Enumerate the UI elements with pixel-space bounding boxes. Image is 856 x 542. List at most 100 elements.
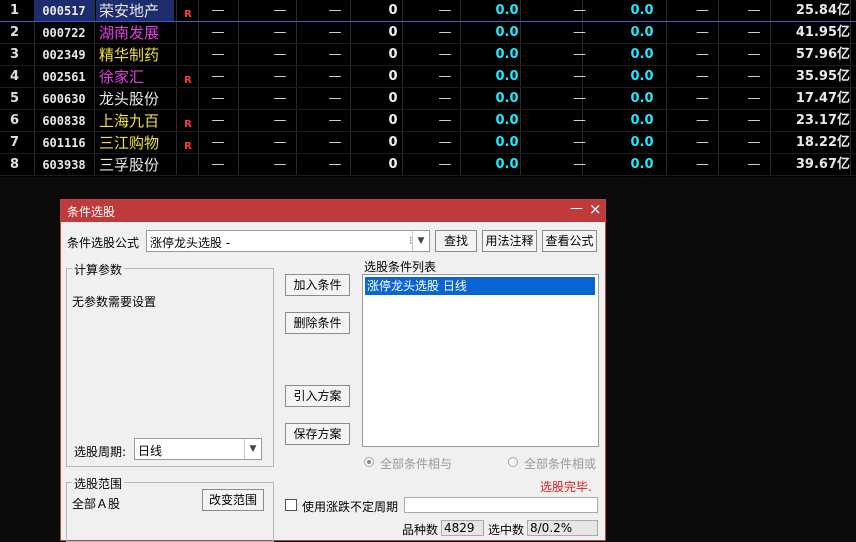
table-row[interactable]: 7 601116 三江购物 R — — —0—0.0—0.0— —18.22亿 xyxy=(0,132,856,154)
stock-cell-c3: — xyxy=(328,3,342,18)
stock-cell-c8: 0.0 xyxy=(630,91,654,106)
table-row[interactable]: 4 002561 徐家汇 R — — —0—0.0—0.0— —35.95亿 xyxy=(0,66,856,88)
column-divider xyxy=(238,88,239,110)
financing-flag-badge xyxy=(178,158,198,180)
minimize-icon[interactable]: — xyxy=(570,201,583,216)
radio-or[interactable] xyxy=(508,457,518,467)
column-divider xyxy=(238,44,239,66)
column-divider xyxy=(94,154,95,176)
column-divider xyxy=(176,154,177,176)
chevron-down-icon[interactable]: ▼ xyxy=(412,231,429,251)
stock-cell-c7: — xyxy=(573,135,586,150)
table-row[interactable]: 5 600630 龙头股份 — — — 0 — 0.0 — 0.0 — — 17.47亿 xyxy=(0,88,856,110)
stock-name: 上海九百 xyxy=(99,112,160,130)
period-select[interactable]: 日线 ▼ xyxy=(134,438,262,460)
selected-value: 8/0.2% xyxy=(527,520,598,536)
stock-cell-c4: 0 xyxy=(388,157,398,172)
stock-cell-c2: — xyxy=(273,91,287,106)
radio-and-label: 全部条件相与 xyxy=(380,457,453,471)
stock-cell-c9: — xyxy=(696,3,709,18)
table-row[interactable]: 1 000517 荣安地产 R — — —0—0.0—0.0— —25.84亿 xyxy=(0,0,856,22)
stock-name: 徐家汇 xyxy=(99,68,145,86)
stock-cell-c6: 0.0 xyxy=(495,113,519,128)
row-index: 6 xyxy=(10,113,20,128)
column-divider xyxy=(176,88,177,110)
stock-cell-c5: — xyxy=(438,135,452,150)
market-cap-cell: 35.95亿 xyxy=(795,69,850,84)
stock-cell-c4: 0 xyxy=(388,69,398,84)
save-plan-button[interactable]: 保存方案 xyxy=(285,423,350,445)
period-field[interactable] xyxy=(404,497,598,513)
table-row[interactable]: 3 002349 精华制药 — — — 0 — 0.0 — 0.0 — — 57.96亿 xyxy=(0,44,856,66)
dialog-titlebar[interactable]: 条件选股 — × xyxy=(61,200,605,222)
condition-list[interactable]: 涨停龙头选股 日线 xyxy=(362,274,599,447)
column-divider xyxy=(850,66,851,88)
add-condition-button[interactable]: 加入条件 xyxy=(285,274,350,296)
stock-cell-c9: — xyxy=(696,113,709,128)
list-item[interactable]: 涨停龙头选股 日线 xyxy=(365,277,595,295)
stock-code: 002561 xyxy=(42,70,86,84)
delete-condition-button[interactable]: 删除条件 xyxy=(285,312,350,334)
stock-cell-c4: 0 xyxy=(388,47,398,62)
stock-cell-c6: 0.0 xyxy=(495,3,519,18)
column-divider xyxy=(94,88,95,110)
count-label: 品种数 xyxy=(402,523,439,537)
table-row[interactable]: 6 600838 上海九百 R — — —0—0.0—0.0— —23.17亿 xyxy=(0,110,856,132)
stock-cell-c5: — xyxy=(438,91,452,106)
market-cap-cell: 17.47亿 xyxy=(795,91,850,106)
stock-name: 龙头股份 xyxy=(99,90,160,108)
stock-cell-c2: — xyxy=(273,135,287,150)
stock-cell-c1: — xyxy=(211,25,225,40)
column-divider xyxy=(850,44,851,66)
stock-cell-c1: — xyxy=(211,135,225,150)
stock-cell-c7: — xyxy=(573,25,586,40)
stock-cell-c1: — xyxy=(211,113,225,128)
close-icon[interactable]: × xyxy=(589,200,602,218)
column-divider xyxy=(94,22,95,44)
stock-code: 600630 xyxy=(42,92,86,106)
column-divider xyxy=(94,66,95,88)
stock-cell-c10: — xyxy=(747,25,761,40)
stock-cell-c10: — xyxy=(747,157,761,172)
use-period-checkbox[interactable] xyxy=(285,499,297,511)
table-row[interactable]: 2 000722 湖南发展 — — — 0 — 0.0 — 0.0 — — 41.95亿 xyxy=(0,22,856,44)
find-button[interactable]: 查找 xyxy=(435,230,477,252)
stock-cell-c8: 0.0 xyxy=(630,25,654,40)
column-divider xyxy=(94,44,95,66)
view-formula-button[interactable]: 查看公式 xyxy=(542,230,597,252)
table-row[interactable]: 8 603938 三孚股份 — — — 0 — 0.0 — 0.0 — — 39.67亿 xyxy=(0,154,856,176)
stock-cell-c2: — xyxy=(273,3,287,18)
stock-cell-c8: 0.0 xyxy=(630,113,654,128)
radio-and[interactable] xyxy=(364,457,374,467)
column-divider xyxy=(238,132,239,154)
stock-cell-c7: — xyxy=(573,3,586,18)
column-divider xyxy=(850,110,851,132)
stock-cell-c5: — xyxy=(438,25,452,40)
stock-code: 002349 xyxy=(42,48,86,62)
stock-name: 荣安地产 xyxy=(96,0,174,22)
change-range-button[interactable]: 改变范围 xyxy=(202,489,264,511)
stock-name: 三江购物 xyxy=(99,134,160,152)
stock-cell-c3: — xyxy=(328,47,342,62)
column-divider xyxy=(176,66,177,88)
import-plan-button[interactable]: 引入方案 xyxy=(285,385,350,407)
range-group-title: 选股范围 xyxy=(72,475,125,492)
params-group-title: 计算参数 xyxy=(72,261,125,278)
row-index: 4 xyxy=(10,69,20,84)
stock-cell-c2: — xyxy=(273,113,287,128)
stock-cell-c6: 0.0 xyxy=(495,69,519,84)
formula-value: 涨停龙头选股 - xyxy=(150,236,231,250)
stock-cell-c7: — xyxy=(573,91,586,106)
formula-select[interactable]: 涨停龙头选股 - ⁝ ▼ xyxy=(146,230,430,252)
stock-cell-c6: 0.0 xyxy=(495,47,519,62)
chevron-down-icon[interactable]: ▼ xyxy=(244,439,261,459)
radio-or-label: 全部条件相或 xyxy=(524,457,597,471)
stock-cell-c4: 0 xyxy=(388,135,398,150)
market-cap-cell: 57.96亿 xyxy=(795,47,850,62)
stock-cell-c4: 0 xyxy=(388,25,398,40)
stock-cell-c10: — xyxy=(747,69,761,84)
column-divider xyxy=(850,132,851,154)
stock-name: 三孚股份 xyxy=(99,156,160,174)
stock-cell-c7: — xyxy=(573,113,586,128)
usage-notes-button[interactable]: 用法注释 xyxy=(482,230,537,252)
